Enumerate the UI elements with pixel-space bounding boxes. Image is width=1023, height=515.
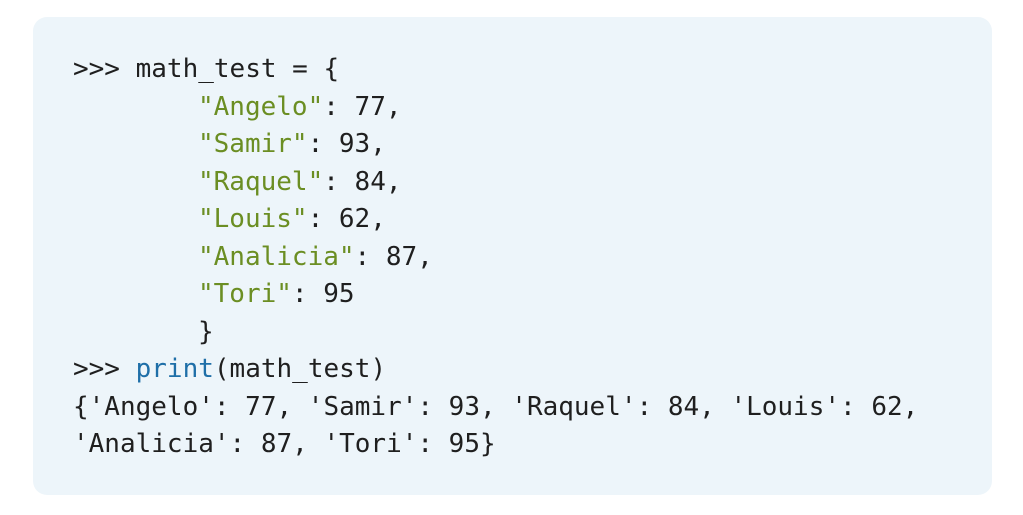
output-line-1: {'Angelo': 77, 'Samir': 93, 'Raquel': 84… [73, 391, 919, 422]
dict-key: "Tori" [198, 279, 292, 309]
code-block: >>> math_test = { "Angelo": 77, "Samir":… [33, 17, 992, 495]
dict-value: : 95 [291, 279, 355, 309]
prompt: >>> [73, 354, 120, 384]
dict-entry: "Angelo": 77, [73, 89, 992, 127]
dict-key: "Louis" [198, 204, 308, 234]
code-line-print: >>> print(math_test) [73, 351, 992, 389]
dict-key: "Angelo" [198, 91, 324, 122]
dict-entry: "Louis": 62, [73, 201, 992, 239]
output-line-2: 'Analicia': 87, 'Tori': 95} [73, 429, 496, 459]
dict-value: : 77, [323, 91, 402, 122]
print-arguments: (math_test) [213, 354, 387, 384]
prompt: >>> [73, 54, 120, 84]
dict-value: : 84, [323, 166, 402, 197]
close-brace: } [198, 316, 214, 347]
code-line-assign: >>> math_test = { [73, 51, 992, 89]
dict-value: : 87, [354, 241, 433, 272]
dict-key: "Raquel" [198, 166, 324, 197]
code-line-close: } [73, 314, 992, 352]
dict-key: "Samir" [198, 129, 308, 159]
dict-value: : 93, [307, 129, 386, 159]
dict-value: : 62, [307, 204, 386, 234]
dict-entry: "Raquel": 84, [73, 164, 992, 202]
dict-entry: "Analicia": 87, [73, 239, 992, 277]
assign-statement: math_test = { [135, 54, 340, 84]
dict-entry: "Tori": 95 [73, 276, 992, 314]
print-function: print [135, 354, 214, 384]
dict-entry: "Samir": 93, [73, 126, 992, 164]
dict-key: "Analicia" [198, 241, 355, 272]
